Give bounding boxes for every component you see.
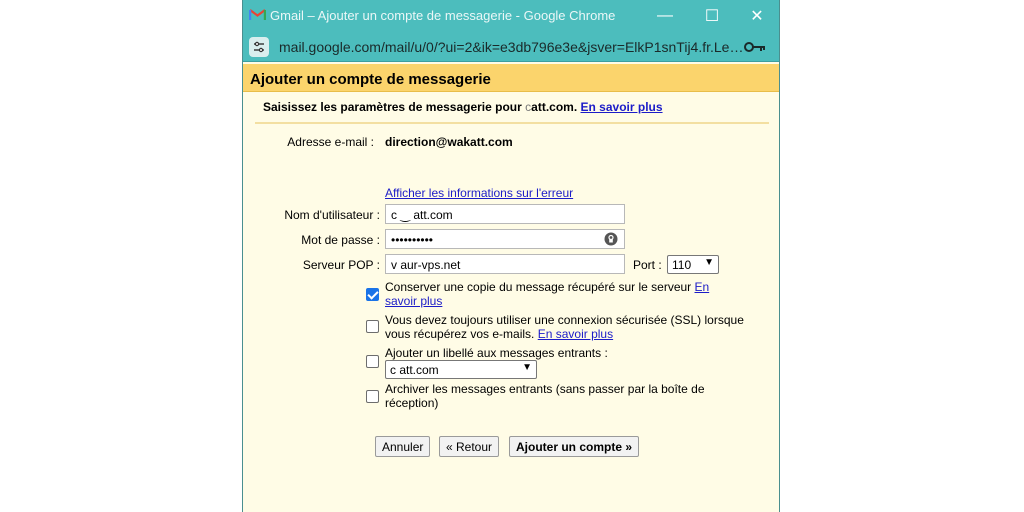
divider	[255, 122, 769, 124]
username-input[interactable]: c ‿ att.com	[385, 204, 625, 224]
add-label-checkbox[interactable]	[366, 355, 379, 368]
settings-subheading: Saisissez les paramètres de messagerie p…	[263, 100, 663, 114]
keep-copy-checkbox[interactable]	[366, 288, 379, 301]
tune-icon	[254, 41, 264, 53]
chevron-down-icon: ▼	[704, 257, 714, 268]
subheading-domain: att.com.	[531, 100, 578, 114]
email-value: direction@wakatt.com	[385, 135, 513, 149]
email-label: Adresse e-mail :	[287, 135, 374, 149]
pop-server-label: Serveur POP :	[302, 258, 380, 272]
ssl-option: Vous devez toujours utiliser une connexi…	[385, 313, 770, 341]
keep-copy-option: Conserver une copie du message récupéré …	[385, 280, 730, 308]
archive-label: Archiver les messages entrants (sans pas…	[385, 382, 705, 410]
subheading-text: Saisissez les paramètres de messagerie p…	[263, 100, 526, 114]
dialog-title: Ajouter un compte de messagerie	[243, 64, 779, 92]
gmail-icon	[249, 9, 266, 20]
site-settings-icon[interactable]	[249, 37, 269, 57]
archive-checkbox[interactable]	[366, 390, 379, 403]
password-manager-icon[interactable]	[604, 232, 618, 246]
add-account-button[interactable]: Ajouter un compte »	[509, 436, 640, 457]
ssl-learn-more-link[interactable]: En savoir plus	[538, 327, 613, 341]
add-label-option: Ajouter un libellé aux messages entrants…	[385, 346, 745, 360]
show-error-link[interactable]: Afficher les informations sur l'erreur	[385, 186, 573, 200]
password-value: ••••••••••	[391, 233, 434, 247]
key-icon[interactable]	[743, 40, 767, 54]
cancel-button[interactable]: Annuler	[375, 436, 431, 457]
browser-window: Gmail – Ajouter un compte de messagerie …	[242, 0, 780, 512]
maximize-button[interactable]: ☐	[694, 4, 730, 28]
ssl-checkbox[interactable]	[366, 320, 379, 333]
label-select[interactable]: c att.com ▼	[385, 360, 537, 379]
password-input[interactable]: ••••••••••	[385, 229, 625, 249]
username-label: Nom d'utilisateur :	[284, 208, 380, 222]
add-label-text: Ajouter un libellé aux messages entrants…	[385, 346, 608, 360]
chevron-down-icon: ▼	[522, 362, 532, 373]
url-text[interactable]: mail.google.com/mail/u/0/?ui=2&ik=e3db79…	[279, 39, 743, 55]
learn-more-link[interactable]: En savoir plus	[581, 100, 663, 114]
pop-server-value: v aur-vps.net	[391, 258, 461, 272]
minimize-button[interactable]: —	[647, 4, 683, 28]
keep-copy-label: Conserver une copie du message récupéré …	[385, 280, 695, 294]
window-title: Gmail – Ajouter un compte de messagerie …	[270, 8, 616, 23]
back-button[interactable]: « Retour	[439, 436, 500, 457]
archive-option: Archiver les messages entrants (sans pas…	[385, 382, 735, 410]
label-select-value: c att.com	[390, 363, 439, 377]
port-label: Port :	[633, 258, 662, 272]
password-label: Mot de passe :	[301, 233, 380, 247]
port-value: 110	[672, 258, 692, 272]
address-bar[interactable]: mail.google.com/mail/u/0/?ui=2&ik=e3db79…	[243, 32, 779, 62]
title-bar[interactable]: Gmail – Ajouter un compte de messagerie …	[243, 0, 779, 32]
port-select[interactable]: 110 ▼	[667, 255, 719, 274]
pop-server-input[interactable]: v aur-vps.net	[385, 254, 625, 274]
close-button[interactable]: ✕	[739, 4, 775, 28]
username-value: c ‿ att.com	[391, 208, 453, 222]
